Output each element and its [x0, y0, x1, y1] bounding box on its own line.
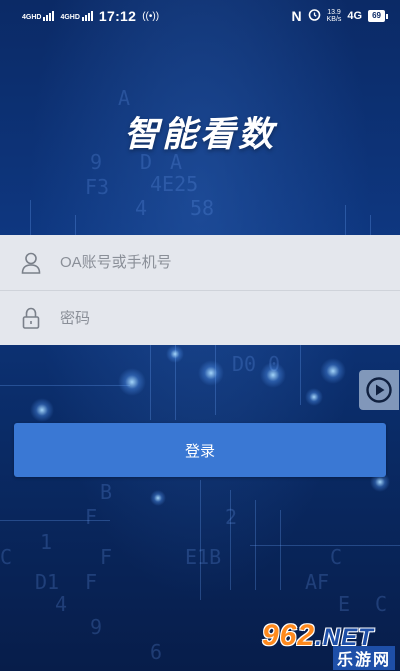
lock-icon	[20, 306, 42, 330]
signal-label: 4GHD	[22, 14, 42, 21]
signal-icon: 4GHD	[22, 11, 55, 21]
account-input[interactable]	[58, 246, 362, 279]
signal-label: 4GHD	[60, 14, 80, 21]
password-row	[0, 290, 400, 345]
status-bar-right: N 13.9 KB/s 4G 69	[291, 8, 388, 24]
status-time: 17:12	[98, 8, 137, 24]
network-speed-value: 13.9	[327, 9, 341, 16]
app-title: 智能看数	[123, 115, 276, 154]
watermark-logo: 962.NET 乐游网	[262, 619, 397, 670]
play-icon	[366, 377, 392, 403]
nfc-icon: N	[291, 8, 302, 24]
network-speed-unit: KB/s	[326, 16, 342, 23]
signal-icon: 4GHD	[60, 11, 93, 21]
battery-icon: 69	[368, 10, 388, 22]
login-button[interactable]: 登录	[14, 423, 386, 477]
password-input[interactable]	[58, 302, 362, 334]
login-form	[0, 235, 400, 345]
account-row	[0, 235, 400, 290]
user-icon	[20, 251, 42, 275]
watermark-number: 962	[262, 619, 316, 652]
alarm-icon	[308, 8, 321, 24]
status-bar-left: 4GHD 4GHD 17:12 ((•))	[22, 8, 159, 24]
hotspot-icon: ((•))	[142, 10, 160, 22]
status-bar: 4GHD 4GHD 17:12 ((•)) N 13.9 KB/s 4G 69	[0, 0, 400, 32]
battery-level: 69	[368, 10, 385, 22]
network-type: 4G	[347, 10, 363, 22]
play-button[interactable]	[359, 370, 399, 410]
watermark-sub: 乐游网	[332, 646, 395, 670]
network-speed: 13.9 KB/s	[327, 9, 342, 23]
